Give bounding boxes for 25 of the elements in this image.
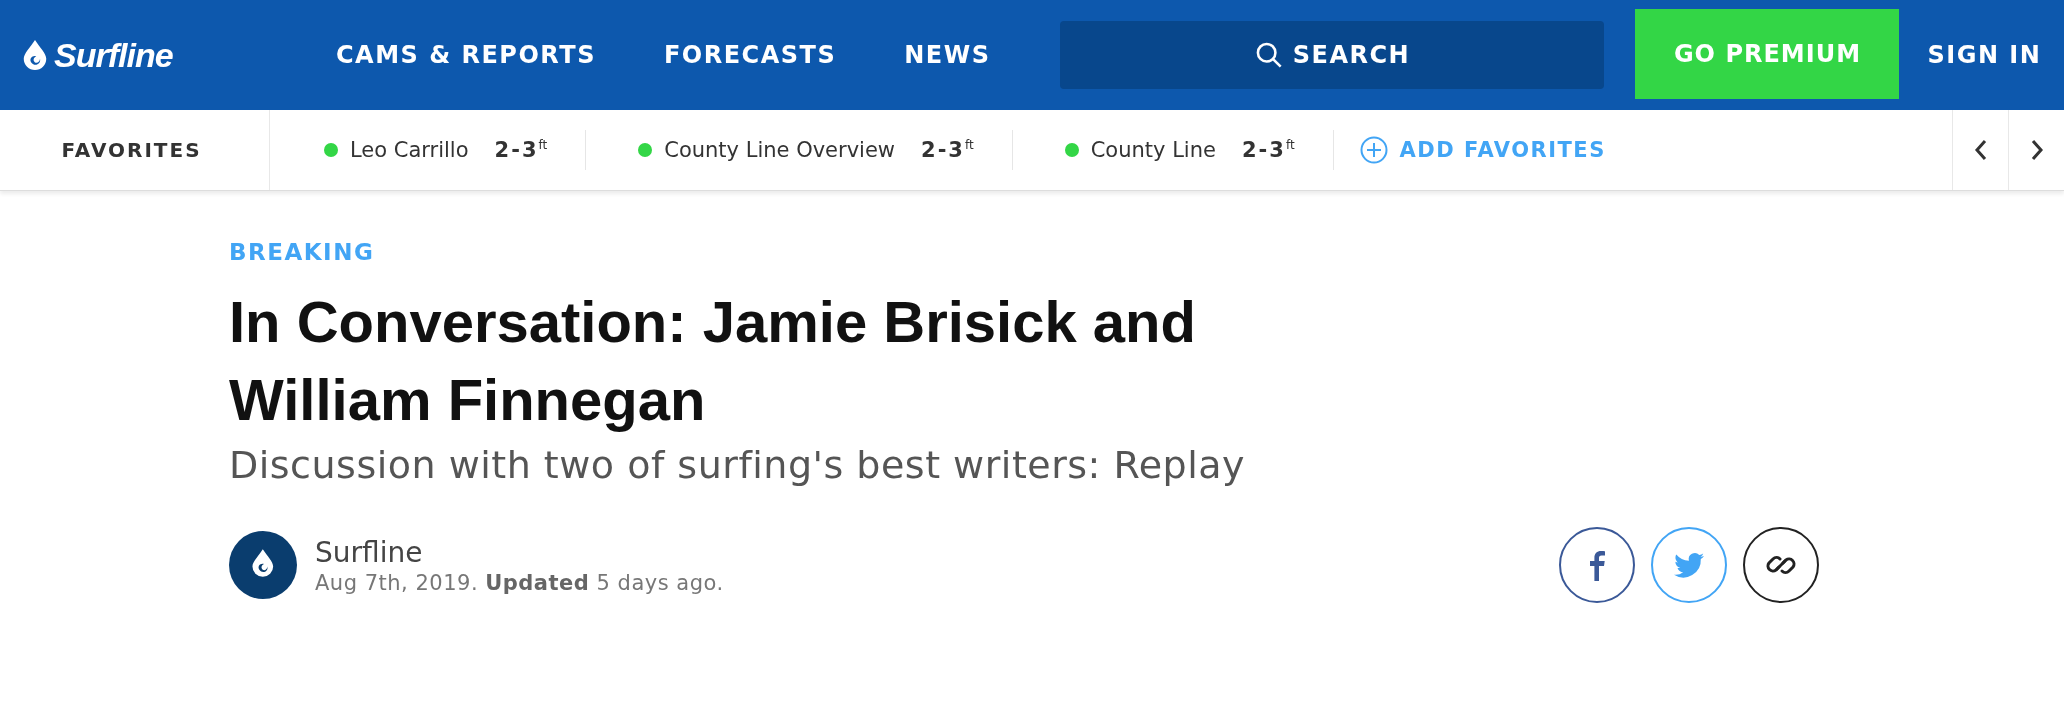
author-avatar [229, 531, 297, 599]
favorite-spot[interactable]: County Line Overview 2-3$^{ft}$ [586, 130, 1013, 170]
wave-height: 2-3$^{ft}$ [921, 138, 974, 162]
wave-height: 2-3$^{ft}$ [1241, 138, 1295, 162]
nav-link[interactable]: CAMS & REPORTS [336, 41, 596, 69]
wave-height: 2-3$^{ft}$ [494, 138, 548, 162]
sign-in-link[interactable]: SIGN IN [1927, 41, 2042, 69]
favorite-spot[interactable]: Leo Carrillo 2-3$^{ft}$ [270, 130, 587, 170]
spot-name: County Line [1090, 138, 1216, 162]
spot-name: Leo Carrillo [350, 138, 469, 162]
chevron-left-icon [1973, 139, 1988, 161]
search-button[interactable]: SEARCH [1060, 21, 1605, 89]
article-title: In Conversation: Jamie Brisick and William Finnegan [229, 288, 1197, 434]
logo[interactable]: Surfline [54, 35, 173, 75]
article-subtitle: Discussion with two of surfing's best writers: Replay [229, 443, 1246, 487]
spot-name: County Line Overview [664, 138, 895, 162]
favorite-spot[interactable]: County Line 2-3$^{ft}$ [1012, 130, 1334, 170]
favorites-label: FAVORITES [0, 110, 270, 190]
plus-circle-icon [1359, 136, 1388, 164]
search-icon [1254, 41, 1283, 69]
chevron-right-icon [2029, 139, 2044, 161]
publish-date: Aug 7th, 2019. Updated 5 days ago. [315, 570, 724, 595]
nav-link[interactable]: FORECASTS [663, 41, 837, 69]
author-name[interactable]: Surfline [315, 535, 724, 569]
nav-link[interactable]: NEWS [904, 41, 991, 69]
